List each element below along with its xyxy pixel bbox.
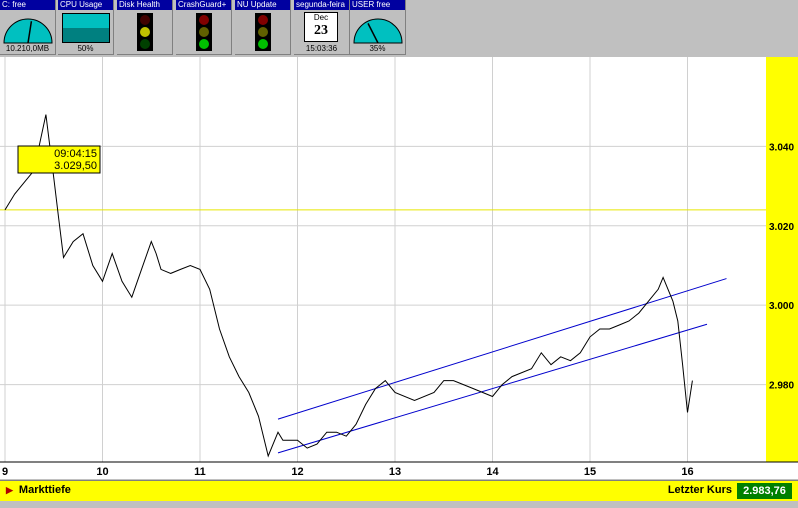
x-tick-label: 10 [96,466,108,478]
cpu-usage-title: CPU Usage [58,0,113,10]
user-free-title: USER free [350,0,405,10]
user-gauge-icon [353,18,403,44]
calendar-page-icon: Dec 23 [304,12,338,42]
cpu-usage-value: 50% [77,44,94,53]
market-depth-toggle[interactable]: ▶ Markttiefe [6,484,71,496]
cpu-usage-widget[interactable]: CPU Usage 50% [58,0,114,55]
x-tick-label: 13 [389,466,401,478]
disk-free-widget[interactable]: C: free 10.210,0MB [0,0,56,55]
bottom-border [0,501,798,508]
chart-background [0,57,798,479]
disk-free-title: C: free [0,0,55,10]
x-tick-label: 12 [291,466,303,478]
last-price-label: Letzter Kurs [667,484,732,496]
crashguard-widget[interactable]: CrashGuard+ [176,0,232,55]
x-tick-label: 16 [681,466,693,478]
y-tick-label: 3.000 [769,301,794,312]
y-tick-label: 3.040 [769,142,794,153]
disk-free-value: 10.210,0MB [5,44,50,53]
triangle-right-icon: ▶ [6,485,13,495]
disk-health-widget[interactable]: Disk Health [117,0,173,55]
traffic-light-icon [255,13,271,51]
tooltip-time: 09:04:15 [54,148,97,160]
price-tooltip: 09:04:15 3.029,50 [17,145,101,174]
x-tick-label: 11 [194,466,206,478]
y-axis-panel [766,57,798,462]
cpu-graph-icon [62,13,110,43]
traffic-light-icon [137,13,153,51]
calendar-widget[interactable]: segunda-feira Dec 23 15:03:36 [294,0,350,55]
user-free-value: 35% [369,44,386,53]
calendar-month: Dec [313,13,329,22]
tooltip-value: 3.029,50 [54,160,97,172]
system-toolbar: C: free 10.210,0MB CPU Usage 50% Disk He… [0,0,798,56]
y-tick-label: 2.980 [769,381,794,392]
price-chart[interactable]: 9 10 11 12 13 14 15 16 3.040 3.020 3.000 2.980 09:… [0,57,798,479]
x-tick-label: 14 [486,466,499,478]
last-price-value: 2.983,76 [737,483,792,499]
disk-health-title: Disk Health [117,0,172,10]
market-depth-label: Markttiefe [18,484,71,496]
nu-update-widget[interactable]: NU Update [235,0,291,55]
status-bar: ▶ Markttiefe Letzter Kurs 2.983,76 [0,480,798,501]
user-free-widget[interactable]: USER free 35% [350,0,406,55]
y-tick-label: 3.020 [769,222,794,233]
x-tick-label: 9 [2,466,8,478]
calendar-weekday: segunda-feira [294,0,349,10]
crashguard-title: CrashGuard+ [176,0,231,10]
disk-gauge-icon [3,18,53,44]
calendar-time: 15:03:36 [305,44,338,53]
nu-update-title: NU Update [235,0,290,10]
calendar-day: 23 [314,23,328,38]
traffic-light-icon [196,13,212,51]
x-tick-label: 15 [584,466,596,478]
